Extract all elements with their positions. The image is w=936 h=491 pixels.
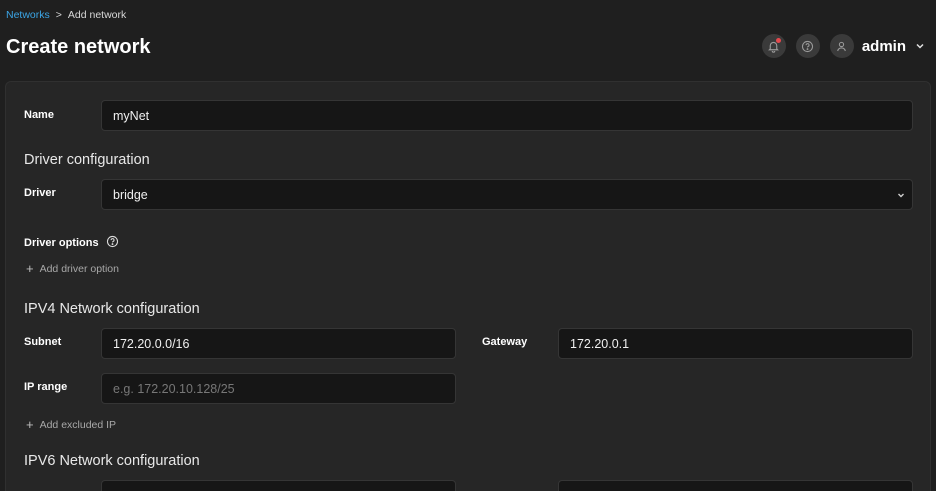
driver-label: Driver [24,187,56,199]
driver-options-text: Driver options [24,237,99,249]
breadcrumb-networks-link[interactable]: Networks [6,9,50,21]
name-label: Name [24,109,54,121]
create-network-form: Name myNet Driver configuration Driver b… [5,81,931,491]
plus-icon: + [26,417,34,432]
breadcrumb-separator: > [55,9,62,21]
add-driver-option-label: Add driver option [39,262,119,275]
chevron-down-icon [898,193,904,198]
notifications-button[interactable] [761,34,786,58]
ipv6-gateway-input[interactable] [558,480,913,491]
gateway-label: Gateway [482,336,528,348]
breadcrumb: Networks > Add network [6,9,126,21]
help-icon[interactable] [106,235,119,248]
driver-select-value: bridge [113,187,148,202]
help-button[interactable] [795,34,820,58]
breadcrumb-current: Add network [67,9,127,21]
page-title: Create network [6,36,151,58]
username: admin [861,37,906,55]
subnet-input[interactable]: 172.20.0.0/16 [101,328,456,359]
user-icon [837,41,847,51]
driver-select[interactable]: bridge [101,179,913,210]
chevron-down-icon [916,43,924,49]
help-icon [802,40,814,52]
user-menu[interactable]: admin [829,34,926,58]
ipv6-subnet-input[interactable] [101,480,456,491]
driver-options-label: Driver options [24,235,119,249]
add-driver-option-button[interactable]: + Add driver option [26,262,119,275]
plus-icon: + [26,261,34,276]
avatar [829,34,854,58]
ip-range-label: IP range [24,381,68,393]
ipv6-configuration-title: IPV6 Network configuration [24,453,200,469]
add-excluded-ip-label: Add excluded IP [39,418,117,431]
ip-range-input[interactable]: e.g. 172.20.10.128/25 [101,373,456,404]
gateway-input[interactable]: 172.20.0.1 [558,328,913,359]
ipv4-configuration-title: IPV4 Network configuration [24,301,200,317]
driver-configuration-title: Driver configuration [24,152,150,168]
notification-dot [775,38,781,43]
name-input[interactable]: myNet [101,100,913,131]
add-excluded-ip-button[interactable]: + Add excluded IP [26,418,116,431]
header-actions: admin [761,34,926,58]
subnet-label: Subnet [24,336,62,348]
